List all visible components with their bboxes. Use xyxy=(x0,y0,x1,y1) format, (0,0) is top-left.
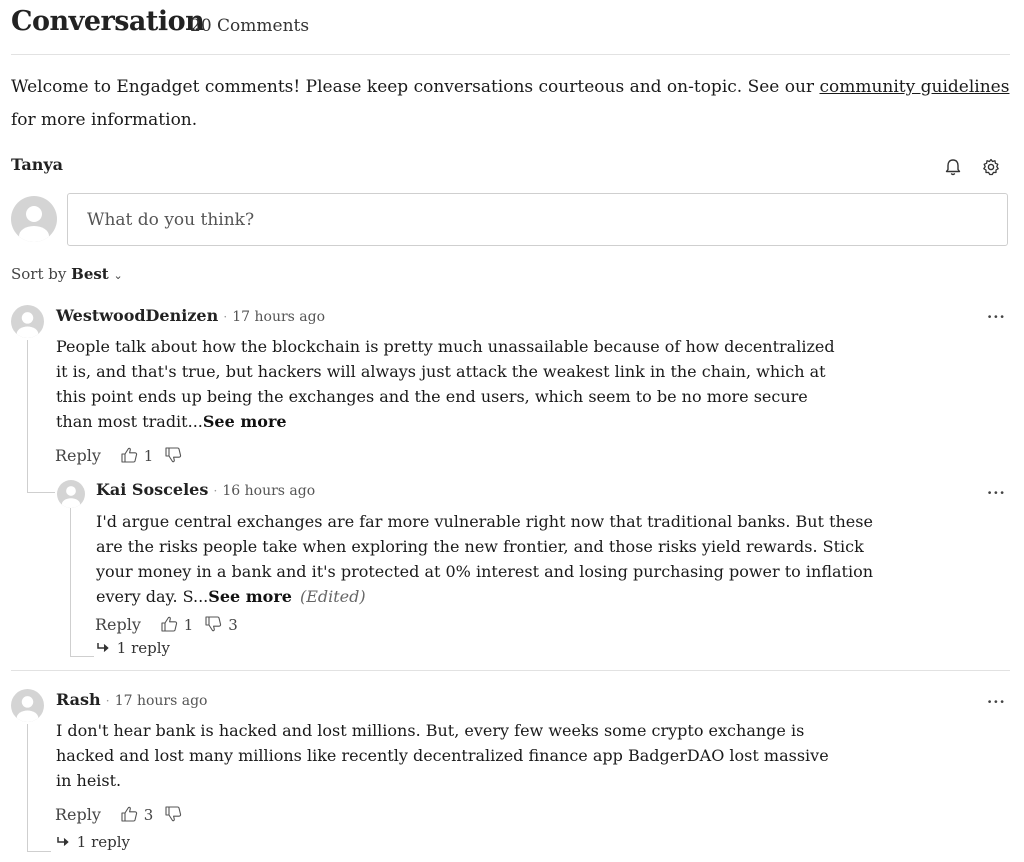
reply-button[interactable]: Reply xyxy=(55,805,101,824)
thumbs-down-icon xyxy=(165,806,182,822)
downvote-button[interactable] xyxy=(164,446,183,465)
comment-time: 17 hours ago xyxy=(114,693,208,709)
reply-arrow-icon xyxy=(57,837,69,846)
separator-dot: · xyxy=(213,484,218,498)
current-user-name: Tanya xyxy=(11,155,64,174)
header-divider xyxy=(11,54,1010,55)
comment-count: 20 Comments xyxy=(190,16,310,36)
comment-body: I'd argue central exchanges are far more… xyxy=(96,509,886,609)
replies-count: 1 reply xyxy=(116,639,171,657)
comment-actions: Reply 1 3 xyxy=(95,615,238,634)
upvote-button[interactable]: 1 xyxy=(160,615,193,634)
see-more-link[interactable]: See more xyxy=(203,412,287,431)
comment-body: People talk about how the blockchain is … xyxy=(56,334,846,434)
avatar-icon xyxy=(11,196,57,242)
downvote-button[interactable]: 3 xyxy=(204,615,238,634)
comment-time: 17 hours ago xyxy=(232,309,326,325)
sort-dropdown[interactable]: Sort by Best ⌄ xyxy=(11,265,123,283)
avatar-icon xyxy=(11,305,44,338)
comment-body: I don't hear bank is hacked and lost mil… xyxy=(56,718,846,793)
thread-line xyxy=(70,656,94,657)
avatar-icon xyxy=(57,480,85,508)
upvote-count: 3 xyxy=(143,806,154,824)
upvote-button[interactable]: 1 xyxy=(120,446,153,465)
view-replies-button[interactable]: 1 reply xyxy=(56,833,130,851)
downvote-count: 3 xyxy=(228,616,238,634)
thumbs-up-icon xyxy=(161,616,178,632)
sort-label: Sort by xyxy=(11,265,67,283)
thread-line xyxy=(27,851,51,852)
community-guidelines-link[interactable]: community guidelines xyxy=(819,77,1009,97)
more-icon[interactable]: ··· xyxy=(987,693,1006,711)
reply-button[interactable]: Reply xyxy=(55,446,101,465)
comment-header: Kai Sosceles · 16 hours ago xyxy=(96,480,315,499)
comment-author[interactable]: Rash xyxy=(56,690,101,709)
comment-text: I don't hear bank is hacked and lost mil… xyxy=(56,721,829,790)
thumbs-down-icon xyxy=(205,616,222,632)
separator-dot: · xyxy=(105,694,110,708)
comment-header: WestwoodDenizen · 17 hours ago xyxy=(56,306,325,325)
upvote-count: 1 xyxy=(183,616,194,634)
welcome-message: Welcome to Engadget comments! Please kee… xyxy=(11,71,1011,137)
comment-time: 16 hours ago xyxy=(222,483,316,499)
comments-page: Conversation 20 Comments Welcome to Enga… xyxy=(0,0,1024,862)
thumbs-up-icon xyxy=(121,447,138,463)
page-title: Conversation xyxy=(11,6,205,37)
thumbs-down-icon xyxy=(165,447,182,463)
downvote-button[interactable] xyxy=(164,805,183,824)
avatar-icon xyxy=(11,689,44,722)
welcome-text: Welcome to Engadget comments! Please kee… xyxy=(11,77,820,97)
comment-author[interactable]: Kai Sosceles xyxy=(96,480,208,499)
see-more-link[interactable]: See more xyxy=(208,587,292,606)
comment-text: People talk about how the blockchain is … xyxy=(56,337,835,431)
edited-label: (Edited) xyxy=(299,587,366,606)
reply-arrow-icon xyxy=(97,643,109,652)
thread-line xyxy=(27,492,55,493)
thread-line xyxy=(70,508,71,656)
comment-author[interactable]: WestwoodDenizen xyxy=(56,306,218,325)
bell-icon[interactable] xyxy=(943,157,963,177)
comment-actions: Reply 3 xyxy=(55,805,183,824)
upvote-button[interactable]: 3 xyxy=(120,805,153,824)
view-replies-button[interactable]: 1 reply xyxy=(96,639,170,657)
more-icon[interactable]: ··· xyxy=(987,308,1006,326)
comment-divider xyxy=(11,670,1010,671)
comment-actions: Reply 1 xyxy=(55,446,183,465)
replies-count: 1 reply xyxy=(76,833,131,851)
reply-button[interactable]: Reply xyxy=(95,615,141,634)
thread-line xyxy=(27,724,28,851)
chevron-down-icon: ⌄ xyxy=(113,269,123,282)
gear-icon[interactable] xyxy=(981,157,1001,177)
welcome-text-end: for more information. xyxy=(11,110,198,130)
thread-line xyxy=(27,340,28,492)
thumbs-up-icon xyxy=(121,806,138,822)
more-icon[interactable]: ··· xyxy=(987,484,1006,502)
upvote-count: 1 xyxy=(143,447,154,465)
comment-input[interactable] xyxy=(67,193,1008,246)
separator-dot: · xyxy=(223,310,228,324)
sort-value: Best xyxy=(71,265,109,283)
comment-header: Rash · 17 hours ago xyxy=(56,690,207,709)
